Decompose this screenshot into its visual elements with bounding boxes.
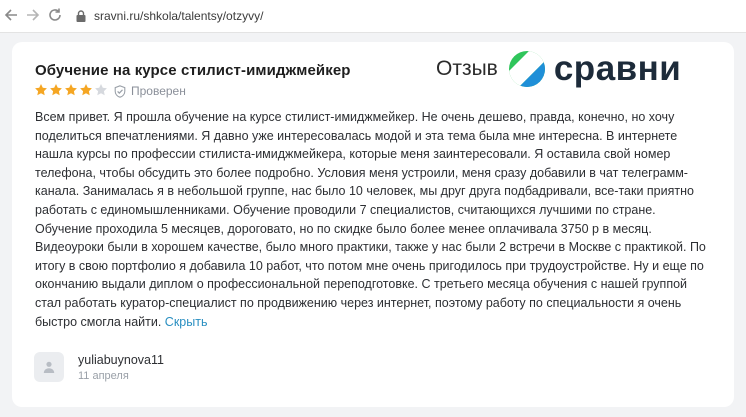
review-card: Обучение на курсе стилист-имиджмейкер Пр… [12,42,734,407]
review-text: Всем привет. Я прошла обучение на курсе … [35,110,706,329]
reload-icon[interactable] [46,6,64,24]
brand-review-word: Отзыв [436,57,498,80]
brand-name: сравни [553,49,682,88]
verified-label: Проверен [131,84,186,98]
author-name[interactable]: yuliabuynova11 [78,353,164,367]
star-empty-icon [95,84,107,96]
address-bar-url[interactable]: sravni.ru/shkola/talentsy/otzyvy/ [94,9,263,23]
avatar[interactable] [34,352,64,382]
star-filled-icon [35,84,47,96]
forward-arrow-icon[interactable] [24,6,42,24]
user-icon [43,361,55,373]
browser-toolbar: sravni.ru/shkola/talentsy/otzyvy/ [0,0,746,33]
sravni-logo-icon [508,51,545,87]
star-filled-icon [65,84,77,96]
back-arrow-icon[interactable] [2,6,20,24]
rating-stars [34,83,109,97]
shield-check-icon [114,84,126,98]
review-title: Обучение на курсе стилист-имиджмейкер [35,62,351,79]
review-date: 11 апреля [78,370,129,382]
verified-badge: Проверен [114,84,186,98]
collapse-link[interactable]: Скрыть [165,315,208,329]
brand-watermark: Отзыв сравни [436,46,681,92]
review-body: Всем привет. Я прошла обучение на курсе … [35,108,707,331]
star-filled-icon [80,84,92,96]
review-author: yuliabuynova11 11 апреля [34,352,164,382]
star-filled-icon [50,84,62,96]
lock-icon[interactable] [74,9,88,23]
